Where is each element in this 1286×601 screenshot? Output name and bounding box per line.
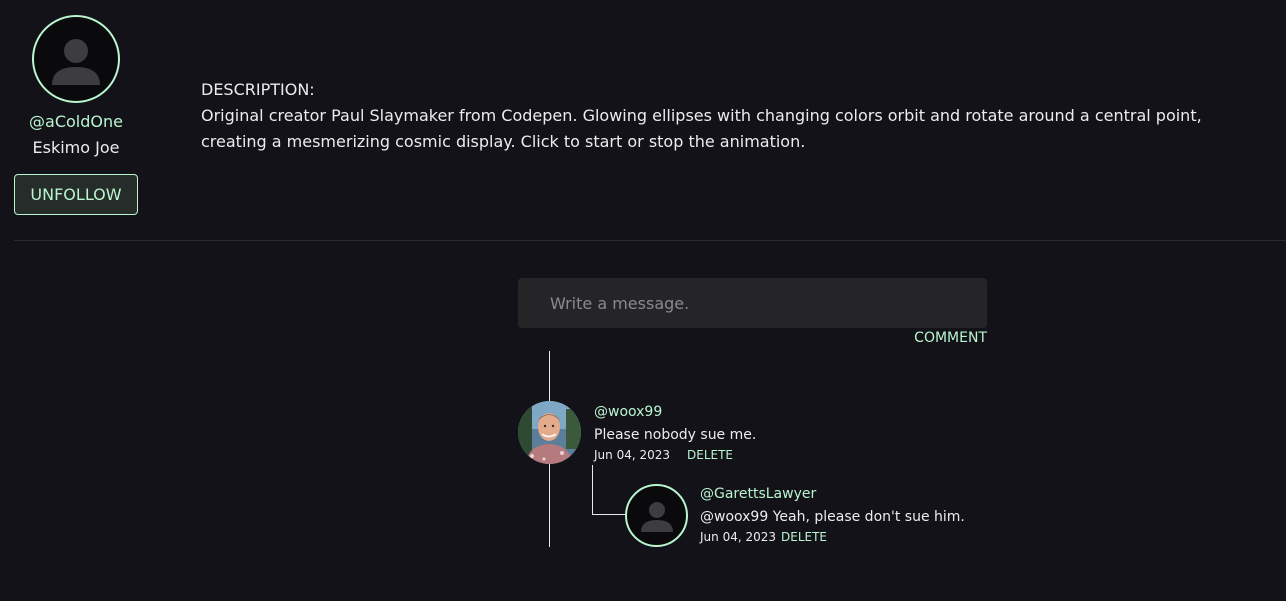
comment-text: Please nobody sue me.: [594, 427, 757, 443]
divider: [14, 240, 1286, 241]
profile-handle[interactable]: @aColdOne: [0, 112, 152, 131]
reply-delete-button[interactable]: DELETE: [781, 530, 827, 544]
reply-connector: [592, 465, 626, 515]
comment-username[interactable]: @woox99: [594, 404, 662, 420]
user-silhouette-icon: [641, 502, 673, 532]
delete-button[interactable]: DELETE: [687, 448, 733, 462]
message-input[interactable]: [518, 278, 987, 328]
comment-date: Jun 04, 2023: [594, 448, 671, 462]
description-heading: DESCRIPTION:: [201, 80, 315, 99]
reply-text: @woox99 Yeah, please don't sue him.: [700, 509, 965, 525]
reply-username[interactable]: @GarettsLawyer: [700, 486, 816, 502]
page: @aColdOne Eskimo Joe UNFOLLOW DESCRIPTIO…: [0, 0, 1286, 601]
description: DESCRIPTION: Original creator Paul Slaym…: [201, 77, 1241, 155]
reply-avatar[interactable]: [625, 484, 688, 547]
user-photo: [518, 401, 581, 464]
reply-date: Jun 04, 2023: [700, 530, 777, 544]
avatar[interactable]: [32, 15, 120, 103]
profile-name: Eskimo Joe: [32, 138, 120, 157]
user-silhouette-icon: [52, 39, 100, 85]
description-body: Original creator Paul Slaymaker from Cod…: [201, 106, 1202, 151]
commenter-avatar[interactable]: [518, 401, 581, 464]
comment-button[interactable]: COMMENT: [900, 330, 987, 346]
unfollow-button[interactable]: UNFOLLOW: [14, 174, 138, 215]
